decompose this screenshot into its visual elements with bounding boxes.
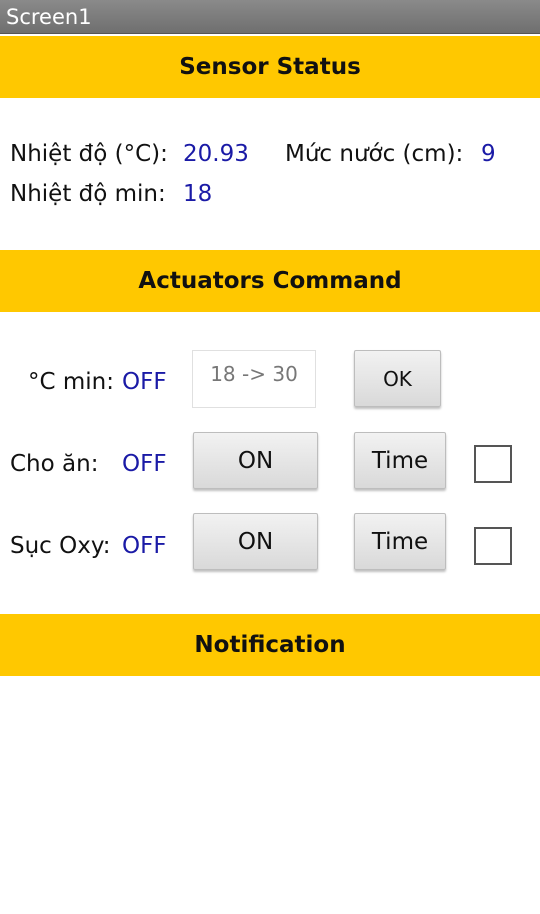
notification-title: Notification: [194, 632, 346, 658]
water-level-label: Mức nước (cm):: [285, 141, 464, 167]
feeding-time-label: Time: [371, 447, 429, 474]
feeding-on-label: ON: [237, 447, 274, 474]
title-bar: Screen1: [0, 0, 540, 34]
actuators-title: Actuators Command: [138, 268, 402, 294]
oxygen-checkbox[interactable]: [474, 527, 512, 565]
sensor-status-header: Sensor Status: [0, 36, 540, 98]
temp-min-label: Nhiệt độ min:: [10, 181, 166, 207]
feeding-label: Cho ăn:: [10, 451, 99, 477]
actuators-header: Actuators Command: [0, 250, 540, 312]
oxygen-on-label: ON: [237, 528, 274, 555]
temp-min-command-label: °C min:: [28, 369, 114, 395]
temp-min-value: 18: [183, 181, 213, 207]
oxygen-on-button[interactable]: ON: [193, 513, 318, 570]
temperature-label: Nhiệt độ (°C):: [10, 141, 168, 167]
ok-button[interactable]: OK: [354, 350, 441, 407]
feeding-status: OFF: [122, 451, 167, 477]
sensor-status-title: Sensor Status: [179, 54, 361, 80]
temp-range-input[interactable]: [192, 350, 316, 408]
oxygen-status: OFF: [122, 533, 167, 559]
feeding-checkbox[interactable]: [474, 445, 512, 483]
ok-button-label: OK: [383, 366, 412, 391]
temperature-value: 20.93: [183, 141, 249, 167]
temp-min-command-status: OFF: [122, 369, 167, 395]
oxygen-label: Sục Oxy:: [10, 533, 111, 559]
water-level-value: 9: [481, 141, 496, 167]
notification-header: Notification: [0, 614, 540, 676]
feeding-time-button[interactable]: Time: [354, 432, 446, 489]
notification-area: [0, 676, 540, 914]
app-screen: Screen1 Sensor Status Nhiệt độ (°C): 20.…: [0, 0, 540, 914]
oxygen-time-label: Time: [371, 528, 429, 555]
oxygen-time-button[interactable]: Time: [354, 513, 446, 570]
window-title: Screen1: [6, 5, 92, 29]
feeding-on-button[interactable]: ON: [193, 432, 318, 489]
